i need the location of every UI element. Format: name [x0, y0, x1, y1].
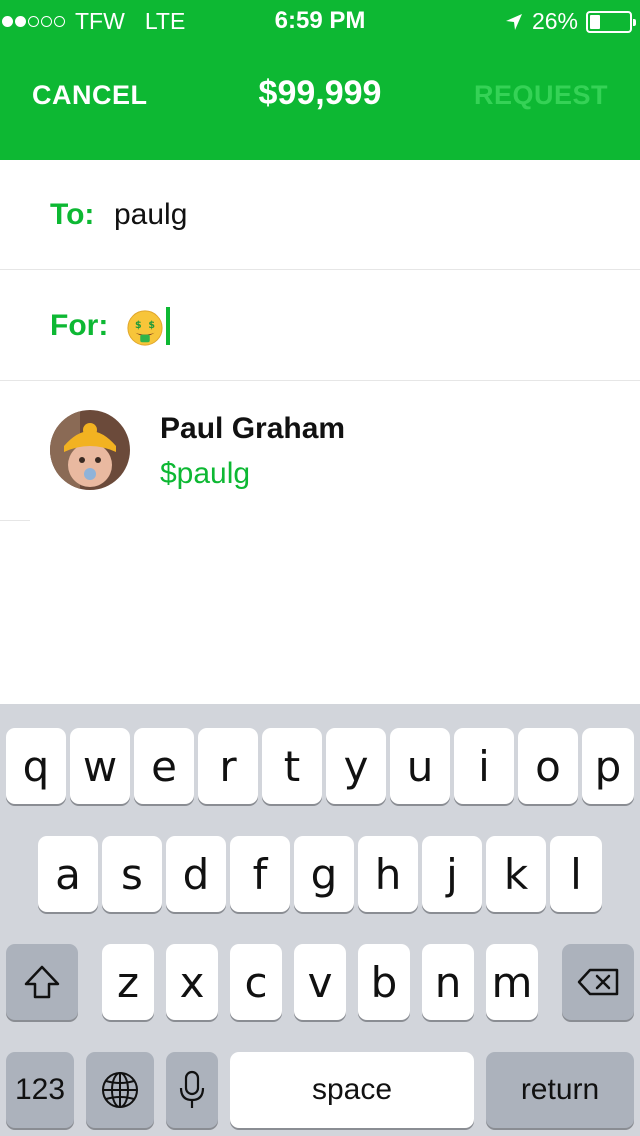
- backspace-key[interactable]: [562, 944, 634, 1020]
- backspace-icon: [577, 968, 619, 996]
- key-u[interactable]: u: [390, 728, 450, 804]
- key-m[interactable]: m: [486, 944, 538, 1020]
- svg-text:$: $: [148, 320, 155, 331]
- key-w[interactable]: w: [70, 728, 130, 804]
- battery-icon: [586, 10, 636, 33]
- key-g[interactable]: g: [294, 836, 354, 912]
- key-h[interactable]: h: [358, 836, 418, 912]
- microphone-icon: [179, 1070, 205, 1108]
- contact-name: Paul Graham: [160, 412, 346, 445]
- status-right: 26%: [504, 8, 636, 35]
- to-label: To:: [50, 198, 95, 231]
- key-v[interactable]: v: [294, 944, 346, 1020]
- globe-key[interactable]: [86, 1052, 154, 1128]
- keyboard: q w e r t y u i o p a s d f g h j k l z …: [0, 704, 640, 1136]
- globe-icon: [102, 1072, 138, 1108]
- key-f[interactable]: f: [230, 836, 290, 912]
- avatar: [50, 410, 130, 490]
- header: TFW LTE 6:59 PM 26% CANCEL $99,999 REQUE…: [0, 0, 640, 160]
- key-t[interactable]: t: [262, 728, 322, 804]
- shift-key[interactable]: [6, 944, 78, 1020]
- status-bar: TFW LTE 6:59 PM 26%: [0, 0, 640, 40]
- return-key[interactable]: return: [486, 1052, 634, 1128]
- money-mouth-face-emoji: $ $: [127, 310, 163, 346]
- key-z[interactable]: z: [102, 944, 154, 1020]
- key-r[interactable]: r: [198, 728, 258, 804]
- key-k[interactable]: k: [486, 836, 546, 912]
- for-field[interactable]: For: $ $: [0, 271, 640, 381]
- key-n[interactable]: n: [422, 944, 474, 1020]
- key-p[interactable]: p: [582, 728, 634, 804]
- shift-icon: [24, 965, 60, 999]
- key-i[interactable]: i: [454, 728, 514, 804]
- text-cursor: [166, 307, 170, 345]
- battery-percent: 26%: [531, 8, 578, 34]
- space-key[interactable]: space: [230, 1052, 474, 1128]
- key-x[interactable]: x: [166, 944, 218, 1020]
- key-c[interactable]: c: [230, 944, 282, 1020]
- key-q[interactable]: q: [6, 728, 66, 804]
- numbers-key[interactable]: 123: [6, 1052, 74, 1128]
- key-s[interactable]: s: [102, 836, 162, 912]
- key-e[interactable]: e: [134, 728, 194, 804]
- to-field[interactable]: To: paulg: [0, 160, 640, 270]
- key-a[interactable]: a: [38, 836, 98, 912]
- to-input[interactable]: paulg: [114, 198, 187, 232]
- for-label: For:: [50, 309, 109, 342]
- svg-text:$: $: [135, 320, 142, 331]
- key-o[interactable]: o: [518, 728, 578, 804]
- key-l[interactable]: l: [550, 836, 602, 912]
- key-j[interactable]: j: [422, 836, 482, 912]
- key-d[interactable]: d: [166, 836, 226, 912]
- key-y[interactable]: y: [326, 728, 386, 804]
- location-arrow-icon: [505, 13, 522, 30]
- request-button[interactable]: REQUEST: [474, 80, 608, 111]
- contact-suggestion[interactable]: Paul Graham $paulg: [0, 382, 640, 520]
- key-b[interactable]: b: [358, 944, 410, 1020]
- divider: [0, 520, 30, 521]
- microphone-key[interactable]: [166, 1052, 218, 1128]
- contact-handle: $paulg: [160, 457, 251, 490]
